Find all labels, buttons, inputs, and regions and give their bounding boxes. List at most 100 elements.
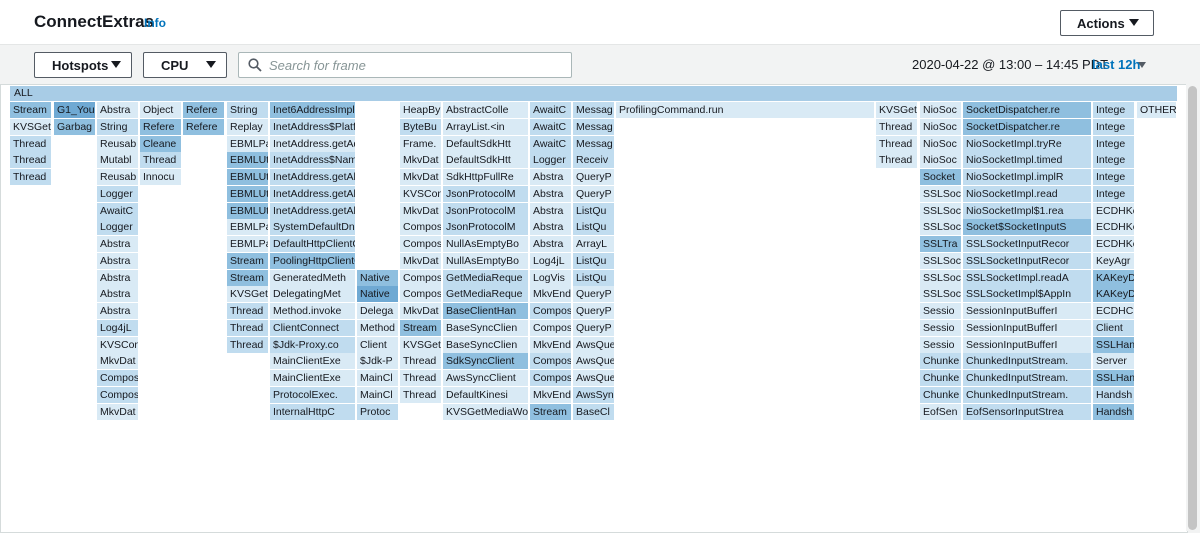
flame-frame[interactable]: Innocu <box>140 169 181 185</box>
flame-frame[interactable]: ChunkedInputStream. <box>963 370 1091 386</box>
flame-frame[interactable]: Frame. <box>400 135 441 152</box>
flame-frame[interactable]: SocketDispatcher.re <box>963 118 1091 135</box>
flame-frame[interactable]: $Jdk-P <box>357 353 398 370</box>
flame-frame[interactable]: Native <box>357 269 398 286</box>
flame-frame[interactable]: MkvDat <box>400 252 441 269</box>
flame-frame[interactable]: GeneratedMeth <box>270 269 355 286</box>
flame-frame[interactable]: InetAddress$NameSer <box>270 152 355 169</box>
flame-frame[interactable]: ECDHKe <box>1093 219 1134 236</box>
flame-frame[interactable]: Thread <box>140 152 181 169</box>
flame-frame[interactable]: ListQu <box>573 252 614 269</box>
flame-frame[interactable]: DefaultSdkHtt <box>443 152 528 169</box>
flame-frame[interactable]: SSLSocketImpl.readA <box>963 269 1091 286</box>
flame-frame[interactable]: AwsSyn <box>573 386 614 403</box>
flame-frame[interactable]: QueryP <box>573 286 614 303</box>
flame-frame[interactable]: Garbag <box>54 118 95 135</box>
flame-frame[interactable]: Mutabl <box>97 152 138 169</box>
flame-frame[interactable]: KVSGet <box>876 102 917 118</box>
flame-frame[interactable]: AwaitC <box>97 202 138 219</box>
flame-frame[interactable]: Abstra <box>530 219 571 236</box>
flame-frame[interactable]: Stream <box>227 269 268 286</box>
flame-frame[interactable]: MkvDat <box>400 152 441 169</box>
flame-frame[interactable]: ArrayL <box>573 236 614 252</box>
flame-frame[interactable]: Thread <box>10 152 51 169</box>
flame-frame[interactable]: SSLSocketInputRecor <box>963 236 1091 252</box>
flame-frame[interactable]: SSLSocketInputRecor <box>963 252 1091 269</box>
flame-frame[interactable]: InetAddress.getAddr <box>270 135 355 152</box>
flame-frame[interactable]: Reusab <box>97 135 138 152</box>
flame-frame[interactable]: SystemDefaultDnsRes <box>270 219 355 236</box>
flame-frame[interactable]: Refere <box>183 118 224 135</box>
flame-frame[interactable]: BaseCl <box>573 403 614 420</box>
flame-frame[interactable]: KAKeyD <box>1093 269 1134 286</box>
flame-frame[interactable]: NioSoc <box>920 152 961 169</box>
flame-frame[interactable]: KeyAgr <box>1093 252 1134 269</box>
flame-root-frame[interactable]: ALL <box>10 86 1177 101</box>
flame-frame[interactable]: GetMediaReque <box>443 269 528 286</box>
flame-frame[interactable]: MkvEnd <box>530 286 571 303</box>
flame-frame[interactable]: SessionInputBufferI <box>963 303 1091 319</box>
flame-frame[interactable]: EBMLUt <box>227 152 268 169</box>
flame-frame[interactable]: Refere <box>140 118 181 135</box>
flame-frame[interactable]: ChunkedInputStream. <box>963 353 1091 370</box>
flame-frame[interactable]: Method <box>357 319 398 336</box>
flame-frame[interactable]: InetAddress.getAllB <box>270 185 355 202</box>
flame-frame[interactable]: Receiv <box>573 152 614 169</box>
flame-frame[interactable]: Chunke <box>920 386 961 403</box>
flame-frame[interactable]: Thread <box>876 152 917 169</box>
flame-frame[interactable]: MkvDat <box>400 202 441 219</box>
flame-frame[interactable]: Compos <box>400 269 441 286</box>
flame-frame[interactable]: Intege <box>1093 135 1134 152</box>
flame-frame[interactable]: Cleane <box>140 135 181 152</box>
flame-frame[interactable]: NullAsEmptyBo <box>443 252 528 269</box>
flame-frame[interactable]: Protoc <box>357 403 398 420</box>
flame-frame[interactable]: SocketDispatcher.re <box>963 102 1091 118</box>
flame-frame[interactable]: Thread <box>400 370 441 386</box>
flame-frame[interactable]: GetMediaReque <box>443 286 528 303</box>
flame-frame[interactable]: Messag <box>573 102 614 118</box>
flame-frame[interactable]: MainClientExe <box>270 353 355 370</box>
view-mode-select[interactable]: Hotspots <box>34 52 132 78</box>
flame-frame[interactable]: EBMLPa <box>227 135 268 152</box>
flame-frame[interactable]: JsonProtocolM <box>443 219 528 236</box>
flame-frame[interactable]: Inet6AddressImpl.lo <box>270 102 355 118</box>
search-input[interactable] <box>267 55 561 75</box>
flame-frame[interactable]: BaseClientHan <box>443 303 528 319</box>
flame-frame[interactable]: AwaitC <box>530 135 571 152</box>
flame-frame[interactable]: MainCl <box>357 370 398 386</box>
flame-frame[interactable]: KVSGet <box>400 336 441 353</box>
flame-frame[interactable]: Handsh <box>1093 386 1134 403</box>
flame-frame[interactable]: Logger <box>530 152 571 169</box>
flame-frame[interactable]: Abstra <box>97 303 138 319</box>
flame-frame[interactable]: JsonProtocolM <box>443 202 528 219</box>
flame-frame[interactable]: SessionInputBufferI <box>963 336 1091 353</box>
flame-frame[interactable]: ByteBu <box>400 118 441 135</box>
flame-frame[interactable]: ClientConnect <box>270 319 355 336</box>
flame-frame[interactable]: Abstra <box>97 286 138 303</box>
flame-frame[interactable]: SSLSoc <box>920 269 961 286</box>
flame-frame[interactable]: Thread <box>400 353 441 370</box>
flame-frame[interactable]: EBMLUt <box>227 169 268 185</box>
flame-frame[interactable]: Compos <box>530 370 571 386</box>
flame-frame[interactable]: SSLSoc <box>920 185 961 202</box>
flame-frame[interactable]: AwaitC <box>530 102 571 118</box>
flame-frame[interactable]: NioSocketImpl.timed <box>963 152 1091 169</box>
flame-frame[interactable]: DelegatingMet <box>270 286 355 303</box>
flame-frame[interactable]: Native <box>357 286 398 303</box>
flame-frame[interactable]: QueryP <box>573 319 614 336</box>
flame-frame[interactable]: Delega <box>357 303 398 319</box>
flame-frame[interactable]: AwaitC <box>530 118 571 135</box>
flame-frame[interactable]: Abstra <box>530 236 571 252</box>
flame-frame[interactable]: ListQu <box>573 202 614 219</box>
flame-frame[interactable]: Messag <box>573 118 614 135</box>
flame-frame[interactable]: MainCl <box>357 386 398 403</box>
flame-frame[interactable]: Compos <box>97 370 138 386</box>
flame-frame[interactable]: Abstra <box>530 169 571 185</box>
flame-frame[interactable]: EofSensorInputStrea <box>963 403 1091 420</box>
frame-search[interactable] <box>238 52 572 78</box>
flame-frame[interactable]: ArrayList.<in <box>443 118 528 135</box>
flame-frame[interactable]: JsonProtocolM <box>443 185 528 202</box>
flame-frame[interactable]: SdkHttpFullRe <box>443 169 528 185</box>
flame-frame[interactable]: SSLSoc <box>920 202 961 219</box>
range-select[interactable]: last 12h <box>1092 57 1140 72</box>
